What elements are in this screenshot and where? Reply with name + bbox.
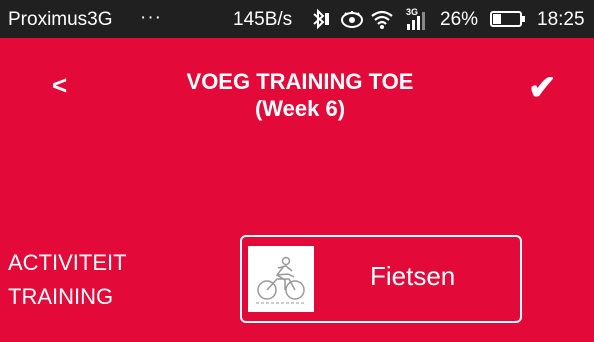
- activity-row-label: ACTIVITEIT TRAINING: [8, 246, 208, 314]
- title-line-1: VOEG TRAINING TOE: [186, 69, 414, 94]
- activity-thumbnail: [248, 246, 314, 312]
- network-speed: 145B/s: [233, 9, 293, 30]
- wifi-icon: [371, 10, 393, 29]
- activity-selector[interactable]: Fietsen: [240, 235, 522, 323]
- eye-icon: [341, 11, 363, 28]
- label-line-2: TRAINING: [8, 284, 114, 309]
- page-title: VOEG TRAINING TOE (Week 6): [140, 68, 460, 122]
- confirm-button[interactable]: ✔: [528, 68, 564, 108]
- cycling-icon: [256, 256, 306, 304]
- bluetooth-icon: [313, 8, 329, 30]
- carrier-name: Proximus3G: [8, 9, 113, 30]
- battery-icon: [490, 11, 525, 27]
- back-button[interactable]: <: [52, 70, 76, 100]
- title-line-2: (Week 6): [254, 96, 346, 121]
- battery-percent: 26%: [440, 9, 479, 30]
- status-bar: Proximus3G ··· 145B/s 3G 26% 18:25: [0, 0, 594, 38]
- overflow-dots: ···: [140, 7, 162, 28]
- clock: 18:25: [537, 9, 585, 30]
- activity-value: Fietsen: [370, 261, 456, 291]
- label-line-1: ACTIVITEIT: [8, 250, 127, 275]
- network-type-label: 3G: [406, 7, 418, 17]
- signal-strength-icon: 3G: [406, 7, 425, 30]
